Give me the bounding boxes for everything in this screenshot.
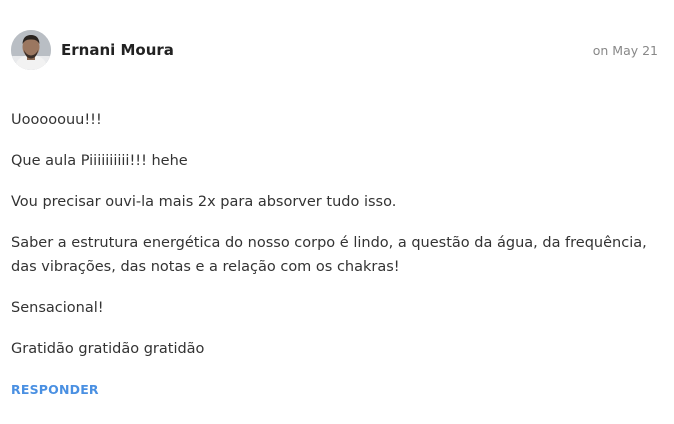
author-name[interactable]: Ernani Moura — [61, 40, 174, 60]
comment-body: Uooooouu!!! Que aula Piiiiiiiiii!!! hehe… — [11, 108, 661, 378]
reply-button[interactable]: RESPONDER — [11, 381, 99, 399]
comment-date: on May 21 — [592, 43, 658, 58]
comment-paragraph: Saber a estrutura energética do nosso co… — [11, 235, 647, 275]
avatar[interactable] — [11, 30, 51, 70]
comment-paragraph: Uooooouu!!! — [11, 112, 102, 128]
comment-paragraph: Que aula Piiiiiiiiii!!! hehe — [11, 153, 188, 169]
comment-paragraph: Gratidão gratidão gratidão — [11, 341, 205, 357]
comment-paragraph: Vou precisar ouvi-la mais 2x para absorv… — [11, 194, 397, 210]
comment-card: Ernani Moura on May 21 Uooooouu!!! Que a… — [0, 0, 674, 424]
comment-paragraph: Sensacional! — [11, 300, 104, 316]
user-avatar-icon — [11, 30, 51, 70]
